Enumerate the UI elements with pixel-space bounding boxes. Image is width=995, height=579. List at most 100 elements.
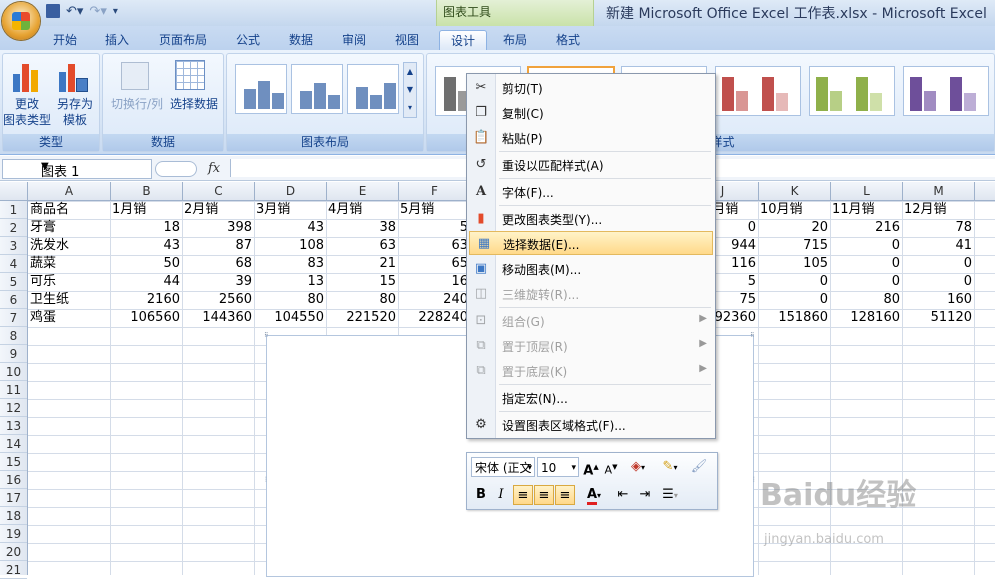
office-button[interactable]	[2, 2, 40, 40]
row-header[interactable]: 10	[0, 363, 27, 381]
font-name-select[interactable]: 宋体 (正文 ▾	[471, 457, 535, 477]
save-icon[interactable]	[46, 4, 60, 18]
row-header[interactable]: 21	[0, 561, 27, 579]
formula-expand-handle[interactable]	[155, 161, 197, 177]
grow-font-button[interactable]: A▲	[581, 457, 601, 478]
table-cell[interactable]: 15	[328, 273, 396, 291]
tab-format[interactable]: 格式	[545, 30, 591, 50]
table-cell[interactable]: 128160	[832, 309, 900, 327]
table-cell[interactable]: 68	[184, 255, 252, 273]
tab-insert[interactable]: 插入	[94, 30, 140, 50]
font-color-button[interactable]: A▾	[579, 485, 609, 505]
resize-handle[interactable]: ⋮	[263, 476, 269, 483]
table-cell[interactable]: 5	[716, 273, 756, 291]
table-cell[interactable]: 944	[716, 237, 756, 255]
menu-item-copy[interactable]: ❐ 复制(C)	[467, 101, 715, 125]
format-painter-button[interactable]: 🖌	[689, 457, 709, 477]
menu-item-change-chart-type[interactable]: ▮ 更改图表类型(Y)...	[467, 207, 715, 231]
select-data-button[interactable]: 选择数据	[165, 96, 223, 112]
cell-l1[interactable]: 11月销	[832, 201, 902, 219]
row-header[interactable]: 19	[0, 525, 27, 543]
col-header-b[interactable]: B	[111, 182, 183, 200]
table-cell[interactable]: 50	[112, 255, 180, 273]
name-box[interactable]: 图表 1 ▼	[2, 159, 152, 180]
layout-thumb-3[interactable]	[347, 64, 399, 114]
table-cell[interactable]: 38	[328, 219, 396, 237]
cell-a1[interactable]: 商品名	[30, 201, 108, 219]
table-cell[interactable]: 41	[904, 237, 972, 255]
menu-item-select-data[interactable]: ▦ 选择数据(E)...	[469, 231, 713, 255]
row-header[interactable]: 15	[0, 453, 27, 471]
row-header[interactable]: 12	[0, 399, 27, 417]
table-cell[interactable]: 151860	[760, 309, 828, 327]
menu-item-cut[interactable]: ✂ 剪切(T)	[467, 76, 715, 100]
font-size-select[interactable]: 10 ▾	[537, 457, 579, 477]
row-header[interactable]: 20	[0, 543, 27, 561]
switch-row-col-button[interactable]: 切换行/列	[107, 96, 167, 112]
table-cell[interactable]: 5	[400, 219, 468, 237]
save-as-template-button[interactable]: 另存为 模板	[51, 96, 99, 128]
row-header[interactable]: 5	[0, 273, 27, 291]
col-header-a[interactable]: A	[28, 182, 111, 200]
style-thumb-red[interactable]	[715, 66, 801, 116]
table-cell[interactable]: 105	[760, 255, 828, 273]
cell-product-name[interactable]: 蔬菜	[30, 255, 108, 273]
cell-product-name[interactable]: 卫生纸	[30, 291, 108, 309]
bullets-button[interactable]: ☰▾	[657, 485, 683, 505]
table-cell[interactable]: 78	[904, 219, 972, 237]
fill-color-button[interactable]: ◈▾	[625, 457, 651, 477]
table-cell[interactable]: 63	[400, 237, 468, 255]
tab-data[interactable]: 数据	[280, 30, 322, 50]
line-color-button[interactable]: ✎▾	[657, 457, 683, 477]
table-cell[interactable]: 13	[256, 273, 324, 291]
undo-icon[interactable]: ↶▾	[66, 4, 83, 19]
col-header-d[interactable]: D	[255, 182, 327, 200]
table-cell[interactable]: 104550	[256, 309, 324, 327]
row-header[interactable]: 13	[0, 417, 27, 435]
cell-k1[interactable]: 10月销	[760, 201, 830, 219]
col-header-f[interactable]: F	[399, 182, 471, 200]
select-all-corner[interactable]	[0, 182, 28, 200]
table-cell[interactable]: 0	[832, 273, 900, 291]
table-cell[interactable]: 18	[112, 219, 180, 237]
table-cell[interactable]: 51120	[904, 309, 972, 327]
col-header-l[interactable]: L	[831, 182, 903, 200]
style-thumb-purple[interactable]	[903, 66, 989, 116]
cell-b1[interactable]: 1月销	[112, 201, 182, 219]
chevron-down-icon[interactable]: ▼	[41, 161, 148, 172]
table-cell[interactable]: 43	[256, 219, 324, 237]
table-cell[interactable]: 80	[832, 291, 900, 309]
col-header-m[interactable]: M	[903, 182, 975, 200]
cell-product-name[interactable]: 可乐	[30, 273, 108, 291]
menu-item-reset-style[interactable]: ↺ 重设以匹配样式(A)	[467, 153, 715, 177]
row-header[interactable]: 4	[0, 255, 27, 273]
resize-handle[interactable]: ⠿	[750, 332, 756, 339]
table-cell[interactable]: 160	[904, 291, 972, 309]
cell-f1[interactable]: 5月销	[400, 201, 468, 219]
shrink-font-button[interactable]: A▼	[601, 457, 621, 477]
row-header[interactable]: 1	[0, 201, 27, 219]
layouts-scroll[interactable]: ▲ ▼ ▾	[403, 62, 417, 118]
row-header[interactable]: 2	[0, 219, 27, 237]
menu-item-font[interactable]: A 字体(F)...	[467, 180, 715, 204]
italic-button[interactable]: I	[491, 485, 511, 505]
menu-item-paste[interactable]: 📋 粘贴(P)	[467, 126, 715, 150]
table-cell[interactable]: 44	[112, 273, 180, 291]
table-cell[interactable]: 0	[832, 237, 900, 255]
table-cell[interactable]: 21	[328, 255, 396, 273]
table-cell[interactable]: 116	[716, 255, 756, 273]
redo-icon[interactable]: ↷▾	[89, 4, 106, 19]
row-header[interactable]: 7	[0, 309, 27, 327]
col-header-c[interactable]: C	[183, 182, 255, 200]
resize-handle[interactable]: ⠿	[264, 332, 270, 339]
table-cell[interactable]: 0	[904, 273, 972, 291]
align-left-button[interactable]: ≡	[513, 485, 533, 505]
table-cell[interactable]: 240	[400, 291, 468, 309]
cell-e1[interactable]: 4月销	[328, 201, 398, 219]
table-cell[interactable]: 0	[832, 255, 900, 273]
cell-d1[interactable]: 3月销	[256, 201, 326, 219]
table-cell[interactable]: 398	[184, 219, 252, 237]
table-cell[interactable]: 228240	[400, 309, 468, 327]
cell-product-name[interactable]: 洗发水	[30, 237, 108, 255]
row-header[interactable]: 16	[0, 471, 27, 489]
